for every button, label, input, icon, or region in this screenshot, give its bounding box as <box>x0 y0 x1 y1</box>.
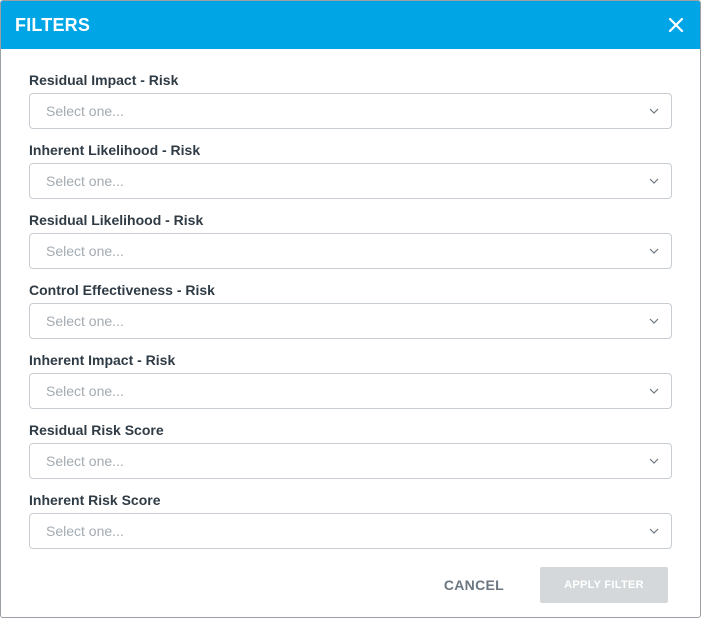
chevron-down-icon <box>649 526 659 536</box>
close-button[interactable] <box>666 15 686 35</box>
chevron-down-icon <box>649 246 659 256</box>
select-placeholder: Select one... <box>46 313 124 329</box>
residual-risk-score-select[interactable]: Select one... <box>29 443 672 479</box>
select-placeholder: Select one... <box>46 243 124 259</box>
residual-likelihood-select[interactable]: Select one... <box>29 233 672 269</box>
field-residual-impact: Residual Impact - Risk Select one... <box>29 71 672 129</box>
apply-filter-button[interactable]: APPLY FILTER <box>540 567 668 603</box>
chevron-down-icon <box>649 456 659 466</box>
select-placeholder: Select one... <box>46 523 124 539</box>
field-inherent-likelihood: Inherent Likelihood - Risk Select one... <box>29 141 672 199</box>
control-effectiveness-select[interactable]: Select one... <box>29 303 672 339</box>
select-placeholder: Select one... <box>46 453 124 469</box>
dialog-header: FILTERS <box>1 1 700 49</box>
chevron-down-icon <box>649 386 659 396</box>
inherent-risk-score-select[interactable]: Select one... <box>29 513 672 549</box>
field-inherent-impact: Inherent Impact - Risk Select one... <box>29 351 672 409</box>
field-inherent-risk-score: Inherent Risk Score Select one... <box>29 491 672 549</box>
cancel-button[interactable]: CANCEL <box>444 569 504 601</box>
chevron-down-icon <box>649 316 659 326</box>
field-residual-risk-score: Residual Risk Score Select one... <box>29 421 672 479</box>
field-label: Inherent Risk Score <box>29 492 161 508</box>
select-placeholder: Select one... <box>46 173 124 189</box>
residual-impact-select[interactable]: Select one... <box>29 93 672 129</box>
field-control-effectiveness: Control Effectiveness - Risk Select one.… <box>29 281 672 339</box>
select-placeholder: Select one... <box>46 103 124 119</box>
field-label: Inherent Likelihood - Risk <box>29 142 201 158</box>
field-label: Residual Risk Score <box>29 422 164 438</box>
dialog-footer: CANCEL APPLY FILTER <box>444 567 668 603</box>
field-label: Inherent Impact - Risk <box>29 352 176 368</box>
inherent-likelihood-select[interactable]: Select one... <box>29 163 672 199</box>
field-label: Control Effectiveness - Risk <box>29 282 215 298</box>
field-label: Residual Impact - Risk <box>29 72 179 88</box>
dialog-title: FILTERS <box>15 14 91 35</box>
filters-dialog: FILTERS Residual Impact - Risk Select on… <box>0 0 701 618</box>
select-placeholder: Select one... <box>46 383 124 399</box>
chevron-down-icon <box>649 176 659 186</box>
close-icon <box>668 17 684 33</box>
field-label: Residual Likelihood - Risk <box>29 212 204 228</box>
chevron-down-icon <box>649 106 659 116</box>
field-residual-likelihood: Residual Likelihood - Risk Select one... <box>29 211 672 269</box>
dialog-body: Residual Impact - Risk Select one... Inh… <box>1 49 700 549</box>
inherent-impact-select[interactable]: Select one... <box>29 373 672 409</box>
